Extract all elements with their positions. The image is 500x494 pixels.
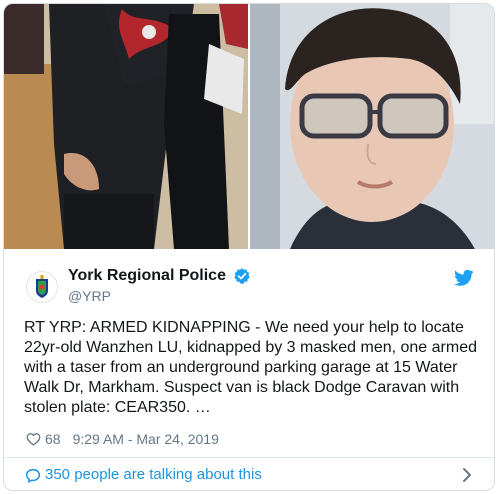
timestamp[interactable]: 9:29 AM - Mar 24, 2019 xyxy=(73,431,219,447)
tweet-header: York Regional Police @YRP xyxy=(26,265,476,307)
chevron-right-icon[interactable] xyxy=(462,467,472,483)
conversation-count-text[interactable]: 350 people are talking about this xyxy=(45,466,262,483)
police-crest-icon[interactable] xyxy=(26,271,58,303)
like-count[interactable]: 68 xyxy=(45,431,61,447)
photo-person-standing-image xyxy=(4,4,248,249)
conversation-link[interactable]: 350 people are talking about this xyxy=(4,457,494,490)
display-name[interactable]: York Regional Police xyxy=(68,267,226,285)
tweet-meta: 68 9:29 AM - Mar 24, 2019 xyxy=(26,430,219,448)
heart-icon[interactable] xyxy=(26,432,41,446)
photo-portrait[interactable] xyxy=(250,4,494,249)
tweet-text: RT YRP: ARMED KIDNAPPING - We need your … xyxy=(24,319,477,416)
tweet-card[interactable]: York Regional Police @YRP RT YRP: ARMED … xyxy=(3,3,495,491)
tweet-media[interactable] xyxy=(4,4,494,249)
twitter-bird-icon[interactable] xyxy=(454,269,474,287)
photo-portrait-image xyxy=(250,4,494,249)
photo-person-standing[interactable] xyxy=(4,4,248,249)
verified-badge-icon xyxy=(234,268,250,284)
speech-bubble-icon xyxy=(25,468,41,483)
handle[interactable]: @YRP xyxy=(68,288,111,304)
